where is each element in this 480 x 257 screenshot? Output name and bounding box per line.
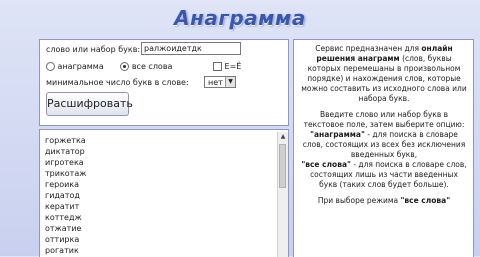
mode-anagram-option[interactable]: анаграмма — [46, 62, 106, 71]
chevron-down-icon[interactable]: ▼ — [225, 77, 235, 87]
result-item: рогатик — [45, 246, 79, 255]
info-paragraph-2: Введите слово или набор букв в текстовое… — [301, 110, 467, 189]
mode-anagram-label: анаграмма — [57, 62, 104, 71]
scroll-thumb[interactable] — [279, 144, 286, 188]
results-scrollbar[interactable]: ▲ — [277, 132, 288, 257]
minlen-select[interactable]: нет ▼ — [204, 76, 236, 88]
word-input[interactable]: ралжоидетдк — [141, 42, 241, 55]
results-list: горжетка диктатор игротека трикотаж героика г… — [45, 135, 86, 256]
result-item: диктатор — [45, 147, 85, 156]
mode-radio-group: анаграмма все слова — [46, 62, 186, 71]
result-item: кератит — [45, 202, 80, 211]
word-label: слово или набор букв: — [46, 45, 141, 54]
mode-anagram-radio[interactable] — [46, 62, 55, 71]
info-text: Сервис предназначен для онлайн решения а… — [300, 44, 468, 212]
search-form-panel: слово или набор букв: ралжоидетдк анагра… — [39, 39, 289, 126]
mode-all-label: все слова — [131, 62, 173, 71]
result-item: отжатие — [45, 224, 82, 233]
scroll-up-icon[interactable]: ▲ — [278, 132, 288, 142]
minlen-value: нет — [208, 78, 223, 87]
ee-checkbox[interactable] — [213, 62, 222, 71]
ee-label: Е=Ё — [224, 62, 242, 71]
info-paragraph-3: При выборе режима "все слова" — [317, 196, 451, 205]
results-panel: горжетка диктатор игротека трикотаж героика г… — [39, 129, 289, 257]
result-item: гидатод — [45, 191, 80, 200]
result-item: трикотаж — [45, 169, 87, 178]
result-item: игротека — [45, 158, 84, 167]
ee-option[interactable]: Е=Ё — [213, 62, 241, 71]
result-item: коттедж — [45, 213, 82, 222]
mode-all-radio[interactable] — [120, 62, 130, 71]
result-item: героика — [45, 180, 80, 189]
minlen-label: минимальное число букв в слове: — [46, 78, 189, 87]
page-title: Анаграмма — [174, 6, 306, 30]
info-paragraph-1: Сервис предназначен для онлайн решения а… — [301, 44, 467, 103]
info-panel: Сервис предназначен для онлайн решения а… — [293, 39, 474, 257]
result-item: оттирка — [45, 235, 80, 244]
decode-button[interactable]: Расшифровать — [46, 92, 133, 116]
mode-all-option[interactable]: все слова — [120, 62, 172, 71]
result-item: горжетка — [45, 136, 86, 145]
